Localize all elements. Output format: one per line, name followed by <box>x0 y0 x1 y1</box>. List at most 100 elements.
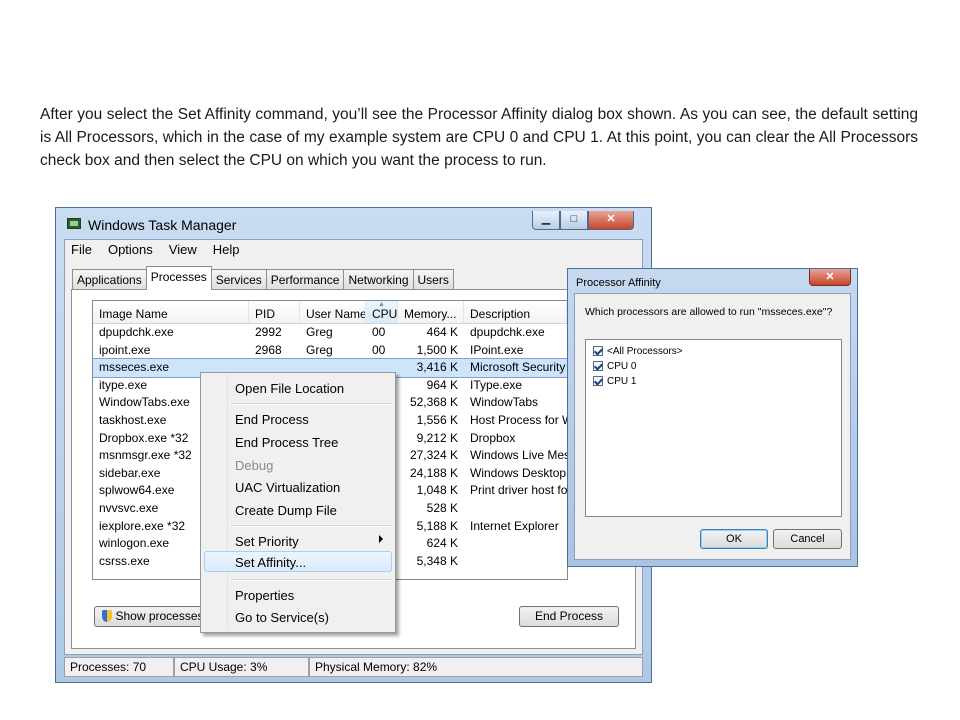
menu-set-priority[interactable]: Set Priority <box>235 534 299 549</box>
cell-memory: 5,188 K <box>416 518 458 533</box>
maximize-button[interactable]: □ <box>560 211 588 230</box>
cell-description: Internet Explorer <box>470 518 559 533</box>
cancel-button[interactable]: Cancel <box>773 529 842 549</box>
cell-image-name: dpupdchk.exe <box>99 325 174 339</box>
window-title: Windows Task Manager <box>88 217 237 233</box>
cell-memory: 528 K <box>426 500 458 515</box>
window-controls: ▁ □ ✕ <box>532 211 634 230</box>
cell-cpu: 00 <box>372 325 386 339</box>
cell-memory: 624 K <box>426 536 458 551</box>
uac-shield-icon <box>102 610 113 622</box>
sort-arrow-icon: ▲ <box>378 301 385 308</box>
menu-end-process[interactable]: End Process <box>235 412 309 427</box>
menu-open-file-location[interactable]: Open File Location <box>235 381 344 396</box>
cell-pid: 2968 <box>255 342 282 357</box>
cell-memory: 964 K <box>426 377 458 392</box>
menu-separator <box>231 579 392 581</box>
column-description[interactable]: Description <box>464 301 567 323</box>
menu-view[interactable]: View <box>161 240 205 260</box>
close-icon: ✕ <box>606 213 616 225</box>
maximize-icon: □ <box>570 213 578 225</box>
option-label: CPU 0 <box>607 360 637 372</box>
menu-bar: File Options View Help <box>65 240 642 260</box>
cell-description: dpupdchk.exe <box>470 325 545 339</box>
menu-separator <box>231 403 392 405</box>
menu-debug: Debug <box>235 458 274 473</box>
table-row[interactable]: dpupdchk.exe 2992 Greg 00 464 K dpupdchk.exe <box>93 324 567 342</box>
title-bar[interactable]: Windows Task Manager ▁ □ ✕ <box>62 211 642 237</box>
column-memory[interactable]: Memory... <box>398 301 464 323</box>
cell-memory: 464 K <box>426 325 458 339</box>
menu-options[interactable]: Options <box>100 240 161 260</box>
menu-file[interactable]: File <box>65 240 100 260</box>
cell-description: Host Process for W <box>470 412 567 427</box>
cell-memory: 9,212 K <box>416 430 458 445</box>
dialog-body: Which processors are allowed to run "mss… <box>574 293 851 560</box>
cell-user-name: Greg <box>306 342 333 357</box>
cell-description: IType.exe <box>470 377 523 392</box>
menu-gutter <box>227 375 228 630</box>
cell-memory: 52,368 K <box>409 395 458 410</box>
cell-memory: 1,556 K <box>416 412 458 427</box>
status-cpu-usage: CPU Usage: 3% <box>174 657 309 677</box>
end-process-button[interactable]: End Process <box>519 606 619 627</box>
menu-uac-virtualization[interactable]: UAC Virtualization <box>235 480 340 495</box>
column-pid[interactable]: PID <box>249 301 300 323</box>
cell-memory: 1,500 K <box>416 342 458 357</box>
tab-applications[interactable]: Applications <box>72 269 147 290</box>
tab-processes[interactable]: Processes <box>145 266 212 290</box>
show-processes-label: Show processes <box>115 609 204 623</box>
cell-description <box>464 553 567 571</box>
processor-affinity-dialog: Processor Affinity ✕ Which processors ar… <box>567 268 858 567</box>
status-physical-memory: Physical Memory: 82% <box>309 657 643 677</box>
menu-go-to-services[interactable]: Go to Service(s) <box>235 610 329 625</box>
status-processes: Processes: 70 <box>64 657 174 677</box>
cell-pid: 2992 <box>255 325 282 339</box>
tab-performance[interactable]: Performance <box>265 269 345 290</box>
cell-description: WindowTabs <box>470 395 539 410</box>
tab-users[interactable]: Users <box>412 269 454 290</box>
column-headers: Image Name PID User Name ▲ CPU Memory...… <box>93 301 567 324</box>
cell-memory: 24,188 K <box>409 465 458 480</box>
caption-text: After you select the Set Affinity comman… <box>40 106 918 169</box>
menu-properties[interactable]: Properties <box>235 588 294 603</box>
context-menu: Open File Location End Process End Proce… <box>200 372 396 633</box>
menu-create-dump-file[interactable]: Create Dump File <box>235 503 337 518</box>
cell-image-name: ipoint.exe <box>99 342 151 357</box>
option-all-processors[interactable]: <All Processors> <box>593 344 683 358</box>
cell-description: Dropbox <box>470 430 516 445</box>
option-cpu-0[interactable]: CPU 0 <box>593 359 636 373</box>
cell-cpu: 00 <box>372 342 386 357</box>
dialog-title: Processor Affinity <box>576 277 661 289</box>
checkbox-checked-icon[interactable] <box>593 361 603 371</box>
cell-memory: 3,416 K <box>416 360 458 375</box>
minimize-button[interactable]: ▁ <box>532 211 560 230</box>
cell-memory: 5,348 K <box>416 553 458 568</box>
menu-set-affinity[interactable]: Set Affinity... <box>235 555 306 570</box>
menu-separator <box>231 525 392 527</box>
tab-services[interactable]: Services <box>210 269 267 290</box>
menu-help[interactable]: Help <box>205 240 248 260</box>
cell-description: Print driver host fo <box>470 483 567 498</box>
processor-list: <All Processors> CPU 0 CPU 1 <box>585 339 842 517</box>
menu-end-process-tree[interactable]: End Process Tree <box>235 435 338 450</box>
cell-description <box>464 535 567 553</box>
show-processes-button[interactable]: Show processes <box>94 606 212 627</box>
submenu-arrow-icon <box>379 535 383 543</box>
column-image-name[interactable]: Image Name <box>93 301 249 323</box>
close-button[interactable]: ✕ <box>588 211 634 230</box>
option-label: CPU 1 <box>607 375 637 387</box>
status-bar: Processes: 70 CPU Usage: 3% Physical Mem… <box>64 657 643 677</box>
tab-networking[interactable]: Networking <box>343 269 414 290</box>
checkbox-checked-icon[interactable] <box>593 346 603 356</box>
option-cpu-1[interactable]: CPU 1 <box>593 374 636 388</box>
column-cpu[interactable]: ▲ CPU <box>366 301 398 323</box>
ok-button[interactable]: OK <box>700 529 768 549</box>
cell-description: IPoint.exe <box>470 342 524 357</box>
checkbox-checked-icon[interactable] <box>593 376 603 386</box>
dialog-close-button[interactable]: ✕ <box>809 269 851 286</box>
column-user-name[interactable]: User Name <box>300 301 366 323</box>
close-icon: ✕ <box>825 271 835 283</box>
table-row[interactable]: ipoint.exe 2968 Greg 00 1,500 K IPoint.exe <box>93 342 567 360</box>
dialog-question: Which processors are allowed to run "mss… <box>585 306 833 318</box>
